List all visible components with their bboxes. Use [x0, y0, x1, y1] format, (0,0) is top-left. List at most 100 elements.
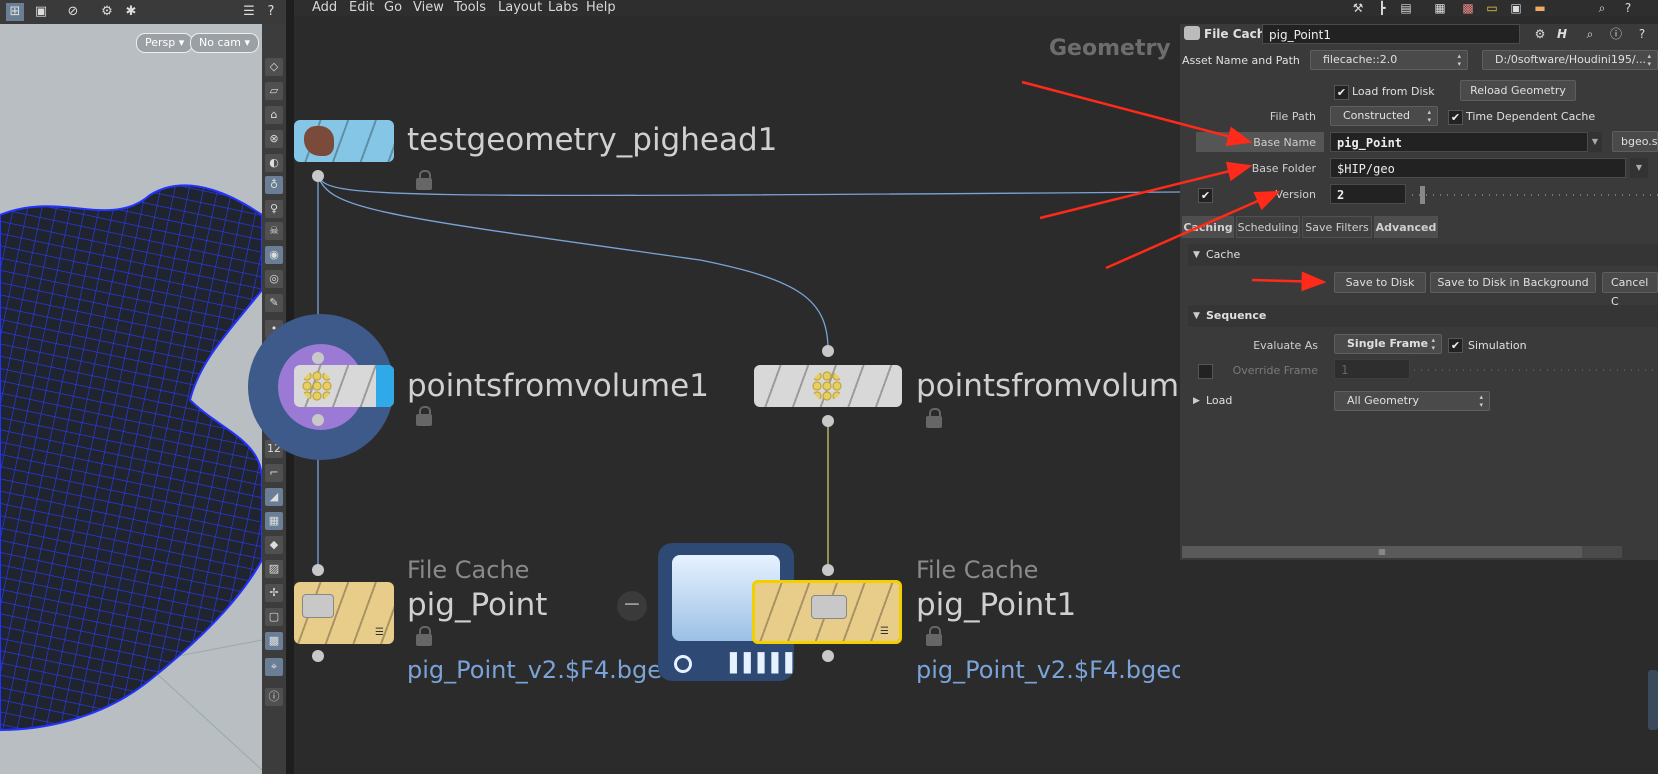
- save-to-disk-button[interactable]: Save to Disk: [1334, 272, 1426, 293]
- simulation-checkbox[interactable]: ✔: [1448, 338, 1463, 353]
- tab-scheduling[interactable]: Scheduling: [1236, 216, 1300, 238]
- diamond-icon[interactable]: ◆: [265, 536, 283, 554]
- version-slider[interactable]: [1412, 194, 1658, 196]
- tree-icon[interactable]: ┣: [1374, 0, 1390, 16]
- base-folder-field[interactable]: $HIP/geo: [1330, 158, 1626, 178]
- shelf-icon[interactable]: ▬: [1532, 0, 1548, 16]
- chevron-down-icon[interactable]: ▼: [1588, 132, 1602, 152]
- version-field[interactable]: 2: [1330, 184, 1406, 204]
- menu-go[interactable]: Go: [384, 0, 402, 16]
- camera-menu[interactable]: No cam ▾: [190, 33, 259, 53]
- input-port[interactable]: [822, 564, 834, 576]
- bulb-icon[interactable]: ♀: [265, 200, 283, 218]
- wrench-icon[interactable]: ⚒: [1350, 0, 1366, 16]
- help-icon[interactable]: ?: [1634, 26, 1650, 42]
- camera-view-menu[interactable]: Persp ▾: [136, 33, 194, 53]
- frame-icon[interactable]: ▢: [265, 608, 283, 626]
- scene-viewport[interactable]: Persp ▾ No cam ▾: [0, 0, 262, 774]
- node-filecache-pig-point1[interactable]: ☰: [752, 580, 902, 644]
- snap-icon[interactable]: ⊞: [6, 3, 24, 21]
- grid-icon[interactable]: ▦: [265, 512, 283, 530]
- menu-edit[interactable]: Edit: [349, 0, 374, 16]
- menu-help[interactable]: Help: [586, 0, 616, 16]
- brush-icon[interactable]: ✎: [265, 294, 283, 312]
- extension-dropdown[interactable]: bgeo.s: [1612, 131, 1658, 152]
- help-icon[interactable]: ?: [262, 3, 280, 21]
- node-pointsfromvolume1[interactable]: [294, 365, 394, 407]
- shading-icon[interactable]: ◐: [265, 154, 283, 172]
- help-icon[interactable]: ?: [1620, 0, 1636, 16]
- select-icon[interactable]: ◇: [265, 58, 283, 76]
- tab-caching[interactable]: Caching: [1182, 216, 1234, 238]
- sculpt-icon[interactable]: ◢: [265, 488, 283, 506]
- override-frame-field[interactable]: 1: [1334, 359, 1410, 379]
- base-name-field[interactable]: pig_Point: [1330, 132, 1588, 152]
- output-port[interactable]: [312, 650, 324, 662]
- gear-icon[interactable]: ⚙: [1532, 26, 1548, 42]
- menu-lines-icon[interactable]: ☰: [375, 627, 384, 638]
- file-path-dropdown[interactable]: Constructed: [1330, 106, 1438, 126]
- cancel-button[interactable]: Cancel C: [1602, 272, 1658, 308]
- cache-folder-header[interactable]: ▼ Cache: [1188, 244, 1658, 266]
- input-port[interactable]: [822, 345, 834, 357]
- info-icon[interactable]: ⓘ: [1608, 26, 1624, 42]
- axis-icon[interactable]: ✢: [265, 584, 283, 602]
- node-testgeometry[interactable]: [294, 120, 394, 162]
- lock-icon[interactable]: [416, 626, 432, 646]
- map-icon[interactable]: ▨: [265, 560, 283, 578]
- gear-icon[interactable]: ⚙: [98, 3, 116, 21]
- geometry-icon[interactable]: ▱: [265, 82, 283, 100]
- override-frame-slider[interactable]: [1414, 369, 1658, 371]
- pin-icon[interactable]: ⌖: [265, 658, 283, 676]
- lock-icon[interactable]: [926, 626, 942, 646]
- menu-tools[interactable]: Tools: [454, 0, 486, 16]
- node-filecache-pig-point[interactable]: ☰: [294, 582, 394, 644]
- display-flag[interactable]: [376, 365, 394, 407]
- remove-icon[interactable]: −: [617, 591, 647, 621]
- sequence-folder-header[interactable]: ▼ Sequence: [1188, 305, 1658, 327]
- lock-icon[interactable]: [926, 408, 942, 428]
- asset-name-dropdown[interactable]: filecache::2.0: [1310, 50, 1468, 70]
- node-name-field[interactable]: pig_Point1: [1262, 24, 1520, 44]
- time-dependent-checkbox[interactable]: ✔: [1448, 110, 1463, 125]
- search-icon[interactable]: ⌕: [1582, 26, 1598, 42]
- output-port[interactable]: [312, 170, 324, 182]
- menu-layout[interactable]: Layout: [498, 0, 542, 16]
- lock-icon[interactable]: [416, 406, 432, 426]
- output-port[interactable]: [822, 415, 834, 427]
- no-entry-icon[interactable]: ⊘: [64, 3, 82, 21]
- list-icon[interactable]: ☰: [240, 3, 258, 21]
- scrollbar-thumb[interactable]: ▦: [1182, 546, 1582, 558]
- output-port[interactable]: [312, 414, 324, 426]
- menu-lines-icon[interactable]: ☰: [880, 626, 889, 637]
- settings-icon[interactable]: ✱: [122, 3, 140, 21]
- skull-icon[interactable]: ☠: [265, 222, 283, 240]
- camera-icon[interactable]: ◉: [265, 246, 283, 264]
- asset-path-dropdown[interactable]: D:/0software/Houdini195/...: [1482, 50, 1658, 70]
- image-icon[interactable]: ▩: [265, 632, 283, 650]
- menu-labs[interactable]: Labs: [548, 0, 578, 16]
- override-frame-checkbox[interactable]: [1198, 364, 1213, 379]
- input-port[interactable]: [312, 352, 324, 364]
- image-plus-icon[interactable]: ▣: [1508, 0, 1524, 16]
- version-slider-handle[interactable]: [1420, 186, 1425, 204]
- menu-view[interactable]: View: [413, 0, 444, 16]
- lock-icon[interactable]: ⌂: [265, 106, 283, 124]
- reload-geometry-button[interactable]: Reload Geometry: [1460, 80, 1576, 101]
- load-dropdown[interactable]: All Geometry: [1334, 391, 1490, 411]
- evaluate-as-dropdown[interactable]: Single Frame: [1334, 334, 1442, 354]
- palette-icon[interactable]: ▩: [1460, 0, 1476, 16]
- version-enable-checkbox[interactable]: ✔: [1198, 188, 1213, 203]
- display-icon[interactable]: ▣: [32, 3, 50, 21]
- chevron-down-icon[interactable]: ▼: [1630, 158, 1648, 178]
- ghost-icon[interactable]: ⊗: [265, 130, 283, 148]
- search-icon[interactable]: ⌕: [1594, 0, 1610, 16]
- help-h-icon[interactable]: H: [1554, 26, 1570, 42]
- menu-add[interactable]: Add: [312, 0, 337, 16]
- grid-view-icon[interactable]: ▦: [1432, 0, 1448, 16]
- tab-advanced[interactable]: Advanced: [1374, 216, 1438, 238]
- sticky-note-icon[interactable]: ▭: [1484, 0, 1500, 16]
- load-from-disk-checkbox[interactable]: ✔: [1334, 85, 1349, 100]
- input-port[interactable]: [312, 564, 324, 576]
- eye-icon[interactable]: ◎: [265, 270, 283, 288]
